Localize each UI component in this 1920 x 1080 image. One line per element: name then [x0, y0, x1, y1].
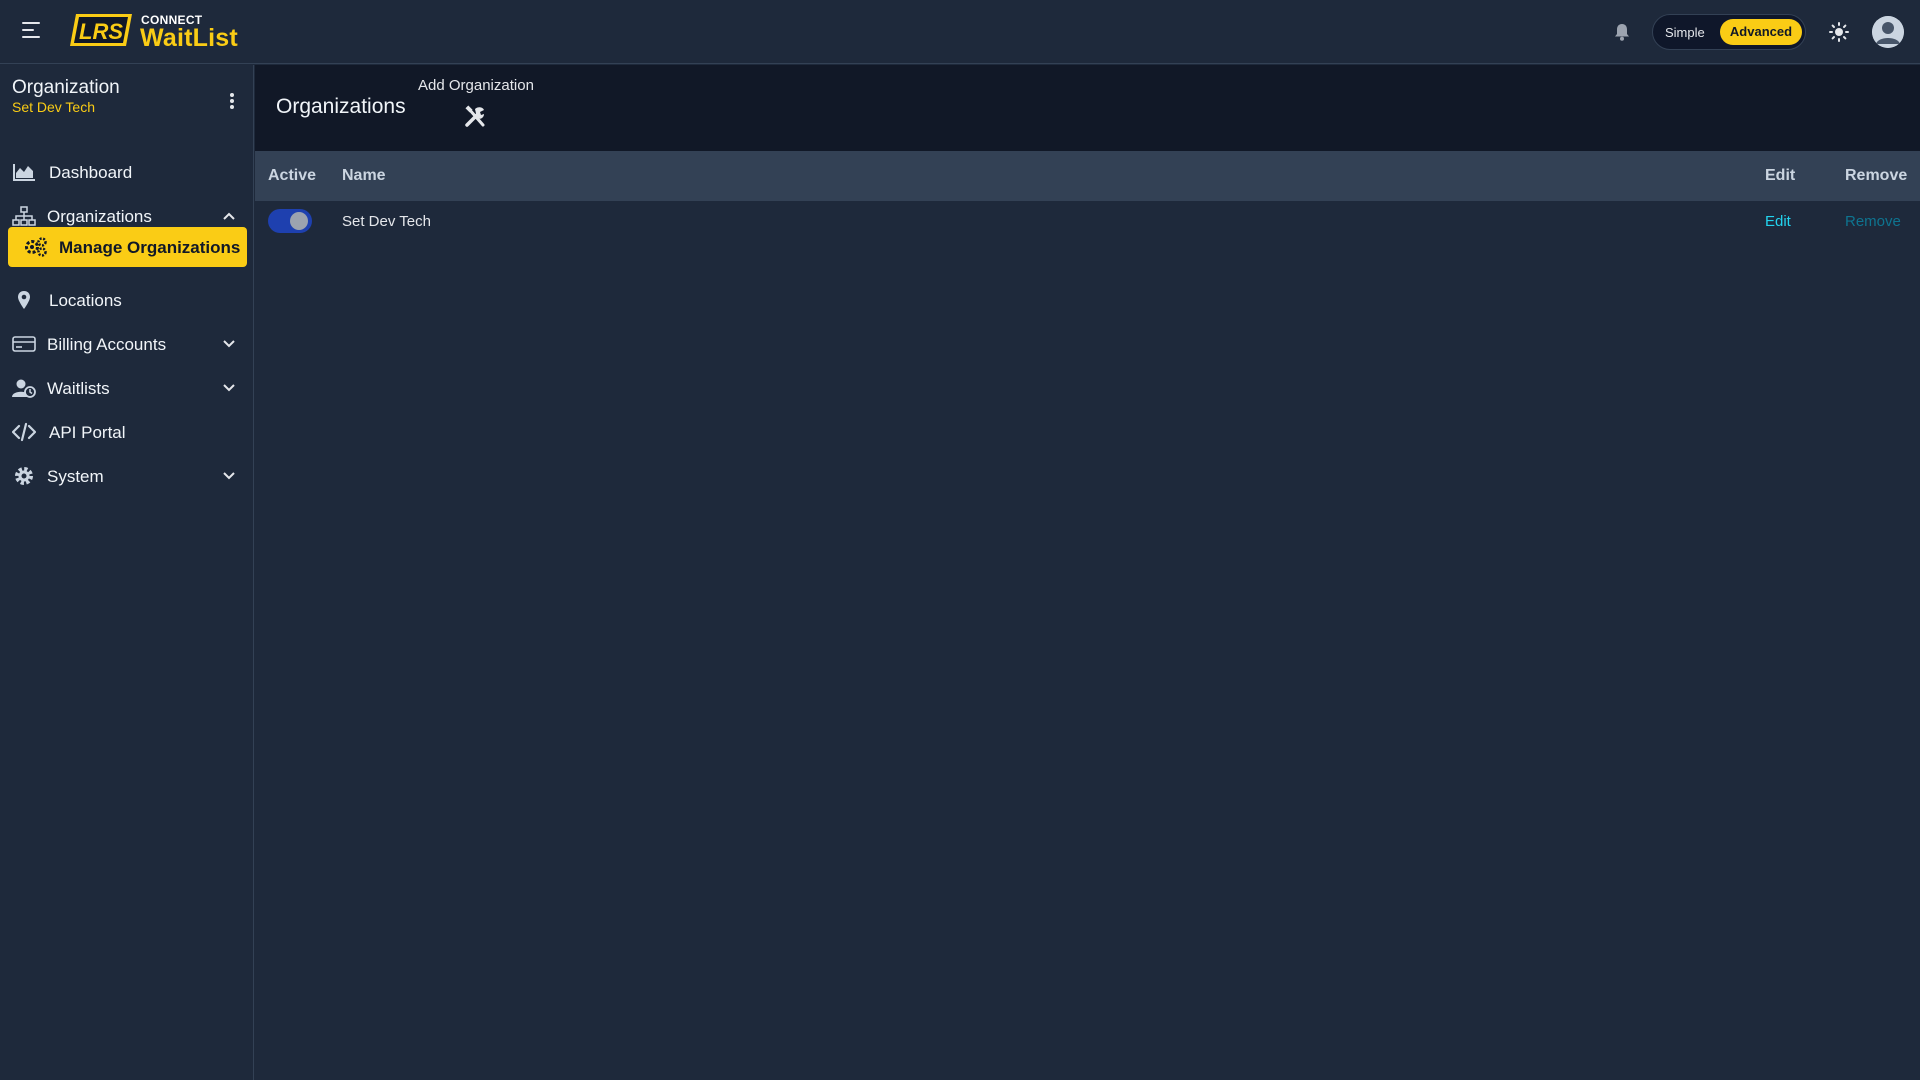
page-header: Organizations Add Organization	[255, 65, 1920, 151]
table-header: Active Name Edit Remove	[255, 151, 1920, 201]
brand-waitlist: WaitList	[140, 24, 238, 52]
toggle-knob	[290, 212, 308, 230]
organization-name-cell: Set Dev Tech	[342, 213, 431, 230]
chevron-down-icon	[223, 340, 235, 348]
column-header-edit: Edit	[1765, 167, 1796, 184]
mode-simple-button[interactable]: Simple	[1665, 25, 1705, 40]
top-bar: LRS CONNECT WaitList Simple Advanced	[0, 0, 1920, 64]
sidebar-item-label: Organizations	[47, 207, 152, 226]
sun-icon[interactable]	[1829, 22, 1849, 42]
sidebar-item-api-portal[interactable]: API Portal	[0, 412, 254, 452]
mode-advanced-button[interactable]: Advanced	[1720, 19, 1802, 45]
menu-icon[interactable]	[22, 22, 42, 40]
kebab-menu-icon[interactable]	[224, 93, 240, 113]
column-header-remove: Remove	[1845, 167, 1908, 184]
sidebar-item-locations[interactable]: Locations	[0, 280, 254, 320]
sidebar-item-label: Manage Organizations	[59, 238, 241, 257]
tools-icon	[465, 105, 485, 127]
user-clock-icon	[12, 379, 36, 398]
column-header-active[interactable]: Active	[268, 167, 316, 185]
chevron-down-icon	[223, 472, 235, 480]
chart-area-icon	[13, 164, 35, 181]
edit-link[interactable]: Edit	[1765, 213, 1791, 230]
sidebar-item-label: System	[47, 467, 104, 486]
add-organization-label: Add Organization	[418, 77, 534, 94]
sidebar: Organization Set Dev Tech Dashboard Orga…	[0, 65, 254, 1080]
bell-icon[interactable]	[1612, 22, 1632, 42]
column-header-name[interactable]: Name	[342, 167, 386, 185]
organization-name: Set Dev Tech	[12, 99, 96, 115]
sitemap-icon	[12, 206, 36, 226]
code-icon	[12, 422, 36, 442]
sidebar-item-waitlists[interactable]: Waitlists	[0, 368, 254, 408]
organization-label: Organization	[12, 77, 120, 98]
map-pin-icon	[18, 291, 30, 309]
sidebar-item-label: Dashboard	[49, 163, 133, 182]
sidebar-item-label: Locations	[49, 291, 122, 310]
sidebar-item-billing-accounts[interactable]: Billing Accounts	[0, 324, 254, 364]
sidebar-item-manage-organizations[interactable]: Manage Organizations	[8, 227, 247, 267]
lrs-logo: LRS	[70, 14, 132, 46]
remove-link[interactable]: Remove	[1845, 213, 1901, 230]
avatar[interactable]	[1872, 16, 1904, 48]
add-organization-button[interactable]: Add Organization	[418, 77, 558, 141]
sidebar-item-label: Billing Accounts	[47, 335, 167, 354]
chevron-down-icon	[223, 384, 235, 392]
sidebar-item-dashboard[interactable]: Dashboard	[0, 152, 254, 192]
user-icon	[1872, 16, 1904, 48]
chevron-up-icon	[223, 212, 235, 220]
gears-icon	[25, 237, 47, 257]
gear-icon	[15, 467, 33, 485]
table-row: Set Dev Tech Edit Remove	[255, 201, 1920, 243]
svg-text:LRS: LRS	[79, 19, 123, 44]
active-toggle[interactable]	[268, 209, 312, 233]
sidebar-item-system[interactable]: System	[0, 456, 254, 496]
page-title: Organizations	[276, 95, 406, 118]
mode-toggle: Simple Advanced	[1652, 14, 1806, 50]
sidebar-item-label: API Portal	[49, 423, 126, 442]
credit-card-icon	[12, 336, 36, 352]
sidebar-item-label: Waitlists	[47, 379, 110, 398]
